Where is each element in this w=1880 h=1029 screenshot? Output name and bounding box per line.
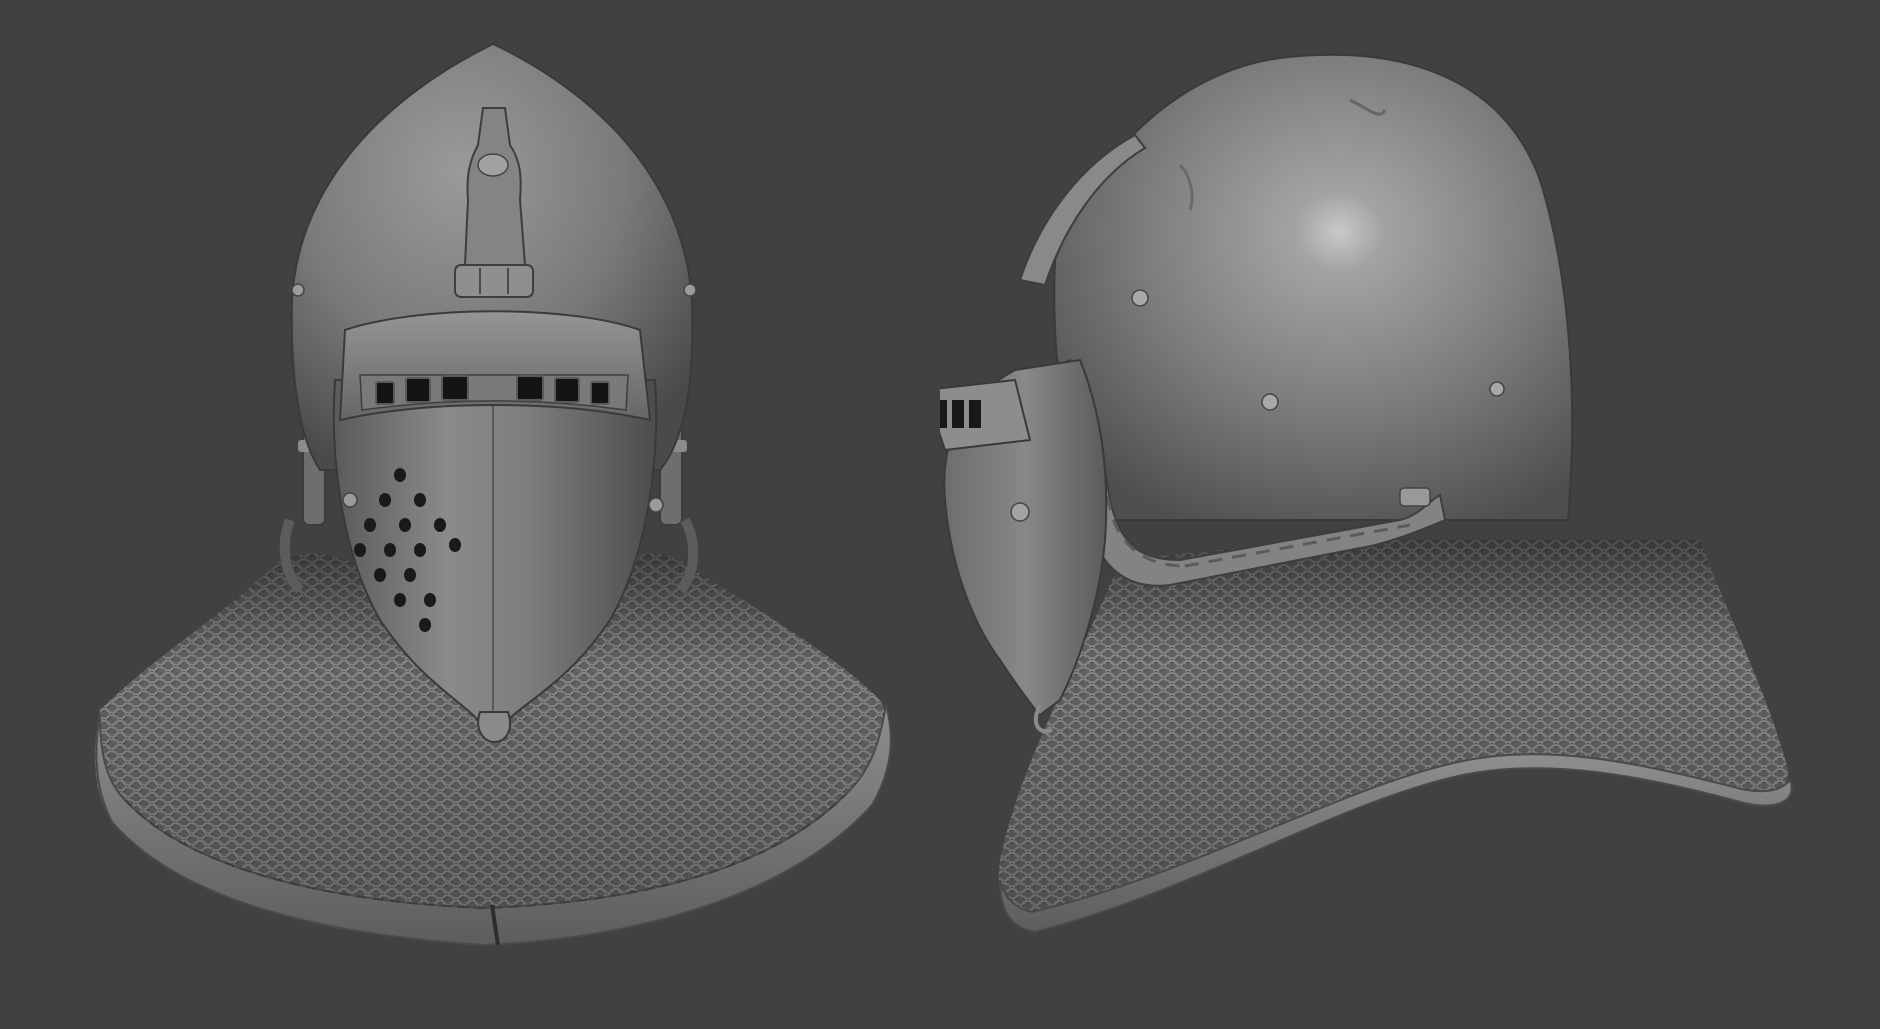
bascinet-helmet-side-icon <box>940 0 1880 1029</box>
helmet-front-view <box>0 0 940 1029</box>
render-viewport <box>0 0 1880 1029</box>
helmet-side-view <box>940 0 1880 1029</box>
bascinet-helmet-front-icon <box>0 0 940 1029</box>
